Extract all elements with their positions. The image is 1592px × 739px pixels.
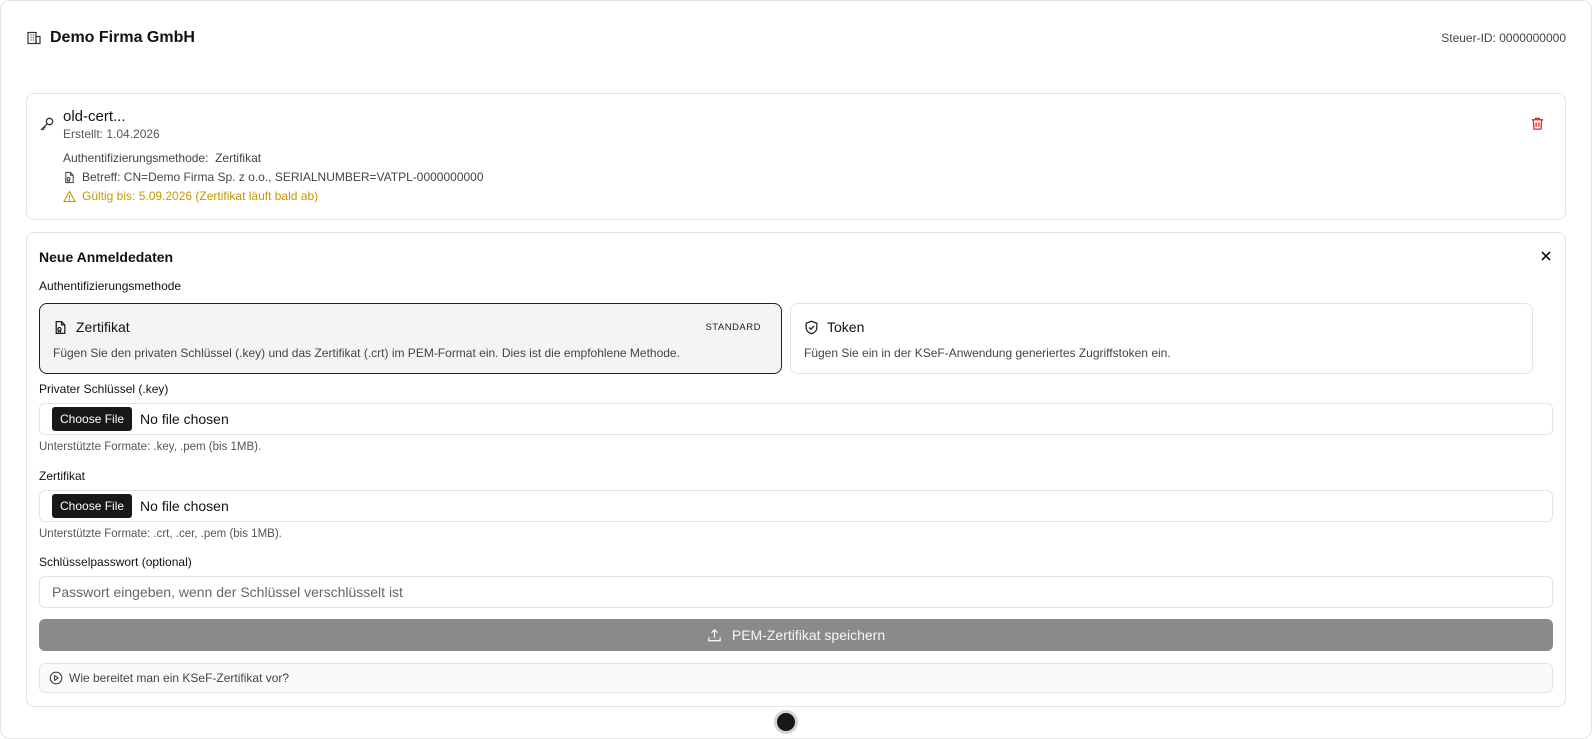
- company: Demo Firma GmbH: [26, 29, 195, 47]
- play-circle-icon: [49, 671, 63, 685]
- floating-action-dot[interactable]: [774, 710, 798, 734]
- header: Demo Firma GmbH Steuer-ID: 0000000000: [26, 27, 1566, 49]
- help-link-text: Wie bereitet man ein KSeF-Zertifikat vor…: [69, 671, 290, 685]
- shield-check-icon: [804, 320, 819, 335]
- certificate-created: Erstellt: 1.04.2026: [63, 127, 160, 141]
- building-icon: [26, 30, 42, 46]
- certificate-subject-text: Betreff: CN=Demo Firma Sp. z o.o., SERIA…: [82, 170, 484, 184]
- method-token-description: Fügen Sie ein in der KSeF-Anwendung gene…: [804, 346, 1171, 360]
- private-key-label: Privater Schlüssel (.key): [39, 382, 169, 396]
- method-certificate-header: Zertifikat: [53, 319, 130, 335]
- save-button-label: PEM-Zertifikat speichern: [731, 627, 886, 643]
- close-icon[interactable]: [1539, 249, 1553, 263]
- certificate-validity: Gültig bis: 5.09.2026 (Zertifikat läuft …: [63, 189, 318, 203]
- certificate-auth-method: Authentifizierungsmethode: Zertifikat: [63, 151, 262, 165]
- method-certificate-description: Fügen Sie den privaten Schlüssel (.key) …: [53, 346, 680, 360]
- help-link-ksef-certificate[interactable]: Wie bereitet man ein KSeF-Zertifikat vor…: [39, 663, 1553, 693]
- company-name: Demo Firma GmbH: [50, 29, 195, 46]
- upload-icon: [707, 628, 722, 643]
- warning-icon: [63, 190, 76, 203]
- private-key-hint: Unterstützte Formate: .key, .pem (bis 1M…: [39, 441, 262, 453]
- save-pem-certificate-button[interactable]: PEM-Zertifikat speichern: [39, 619, 1553, 651]
- form-title: Neue Anmeldedaten: [39, 249, 174, 265]
- new-credentials-form: Neue Anmeldedaten Authentifizierungsmeth…: [26, 232, 1566, 707]
- private-key-file-status: No file chosen: [140, 411, 229, 427]
- certificate-hint: Unterstützte Formate: .crt, .cer, .pem (…: [39, 528, 282, 540]
- method-option-certificate[interactable]: Zertifikat STANDARD Fügen Sie den privat…: [39, 303, 782, 374]
- method-token-header: Token: [804, 319, 864, 335]
- tax-id: Steuer-ID: 0000000000: [1441, 31, 1566, 45]
- certificate-choose-file-button[interactable]: Choose File: [52, 494, 133, 518]
- auth-method-label: Authentifizierungsmethode: [39, 279, 182, 293]
- certificate-file-input[interactable]: Choose File No file chosen: [39, 490, 1553, 522]
- file-certificate-icon: [63, 171, 76, 184]
- private-key-file-input[interactable]: Choose File No file chosen: [39, 403, 1553, 435]
- certificate-label: Zertifikat: [39, 469, 86, 483]
- certificate-file-status: No file chosen: [140, 498, 229, 514]
- method-option-token[interactable]: Token Fügen Sie ein in der KSeF-Anwendun…: [790, 303, 1533, 374]
- existing-certificate-card: old-cert... Erstellt: 1.04.2026 Authenti…: [26, 93, 1566, 220]
- file-certificate-icon: [53, 320, 68, 335]
- default-badge: STANDARD: [705, 322, 761, 333]
- password-label: Schlüsselpasswort (optional): [39, 555, 192, 569]
- method-token-title: Token: [827, 319, 865, 335]
- trash-icon[interactable]: [1530, 116, 1545, 131]
- key-icon: [39, 116, 55, 132]
- method-certificate-title: Zertifikat: [76, 319, 130, 335]
- certificate-validity-text: Gültig bis: 5.09.2026 (Zertifikat läuft …: [82, 189, 319, 203]
- password-input[interactable]: Passwort eingeben, wenn der Schlüssel ve…: [39, 576, 1553, 608]
- app-frame: Demo Firma GmbH Steuer-ID: 0000000000 ol…: [0, 0, 1592, 739]
- certificate-name: old-cert...: [63, 108, 126, 125]
- certificate-subject: Betreff: CN=Demo Firma Sp. z o.o., SERIA…: [63, 170, 484, 184]
- private-key-choose-file-button[interactable]: Choose File: [52, 407, 133, 431]
